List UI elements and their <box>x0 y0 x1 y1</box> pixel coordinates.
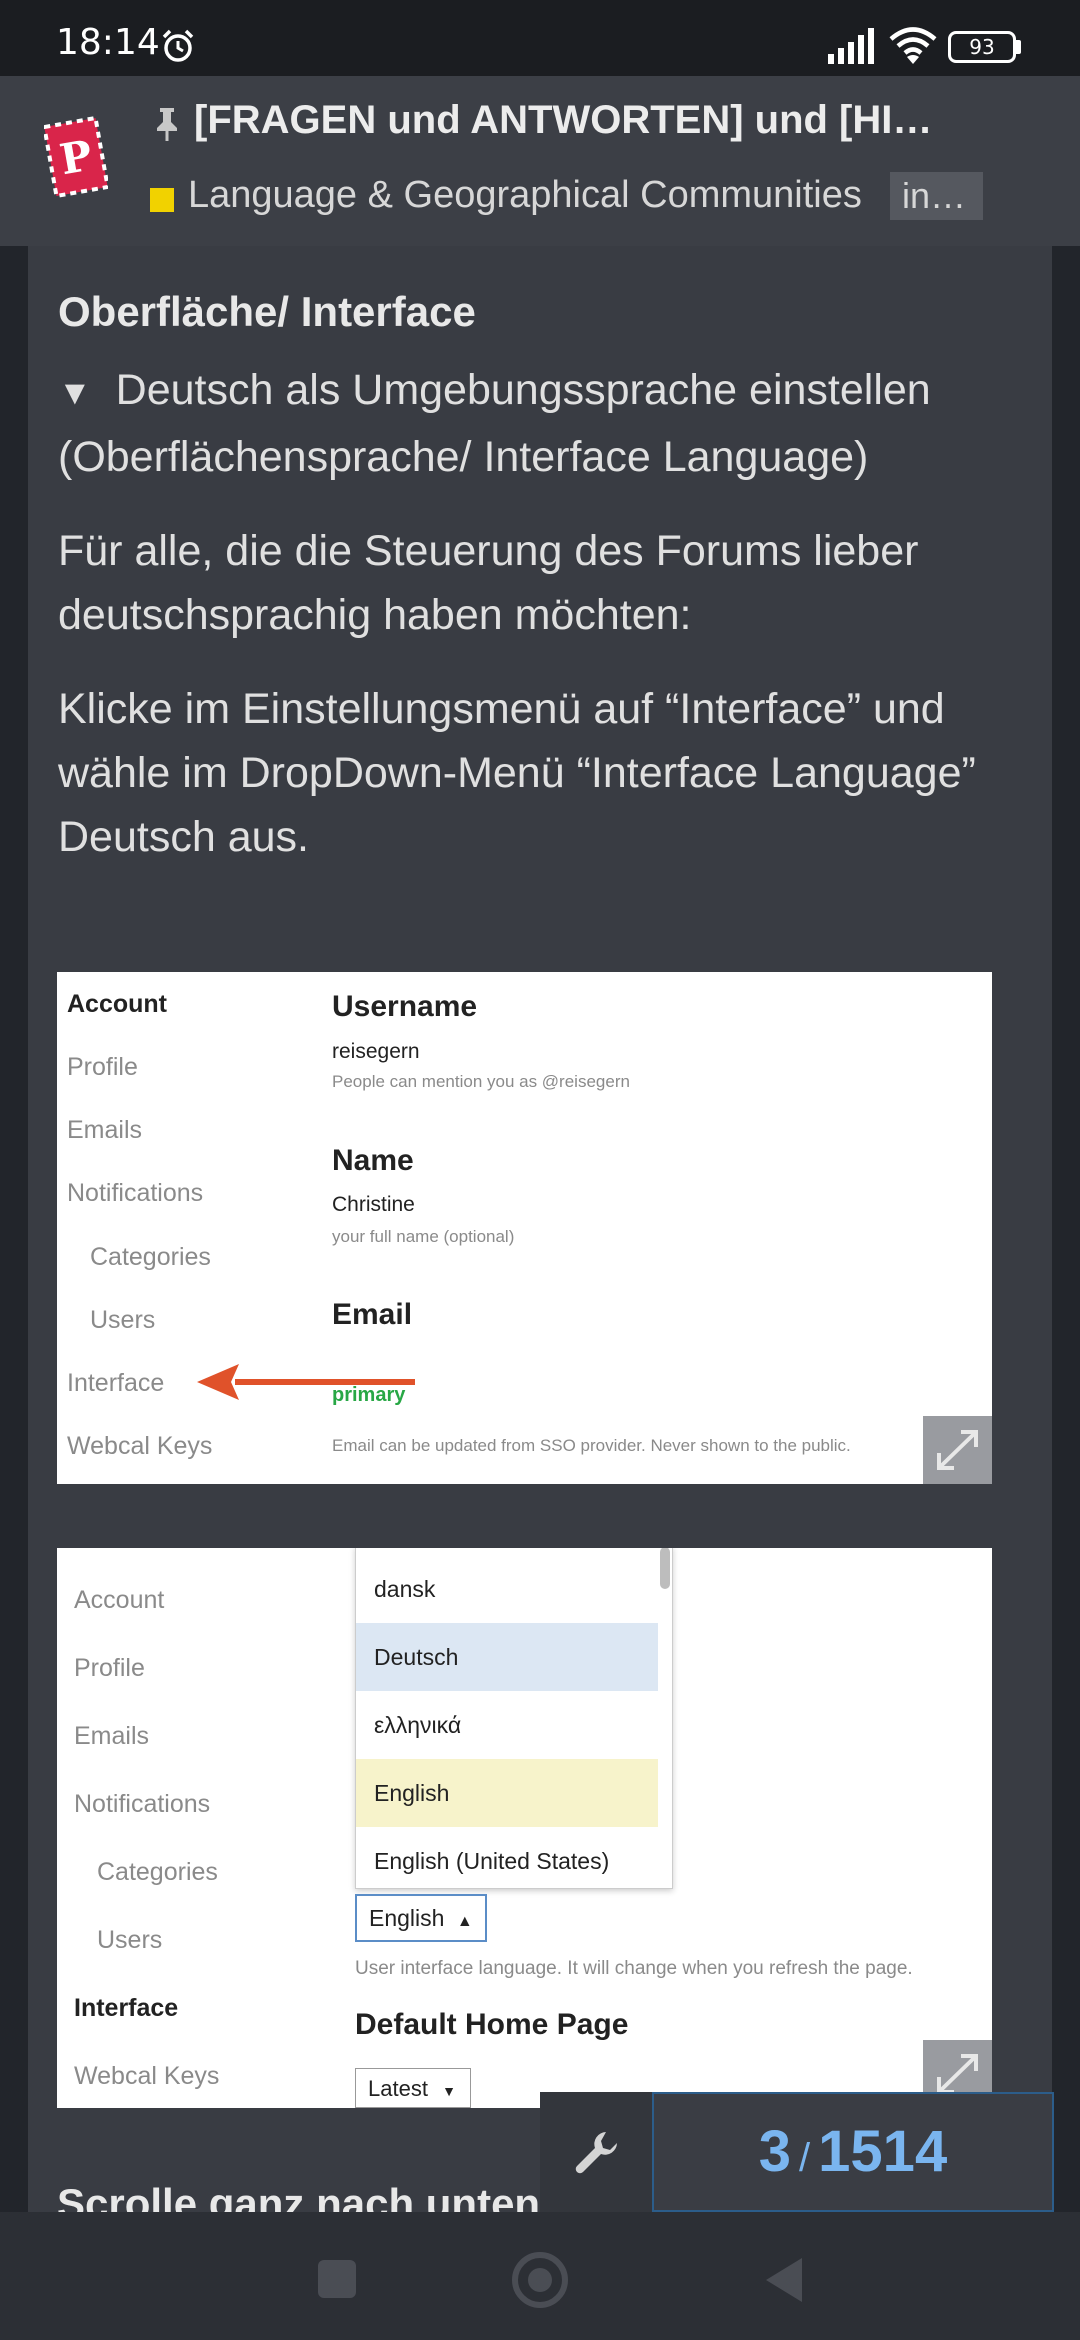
status-bar: 18:14 93 <box>0 0 1080 76</box>
language-option[interactable]: ελληνικά <box>356 1691 658 1759</box>
language-hint: User interface language. It will change … <box>355 1958 913 1979</box>
language-option[interactable]: dansk <box>356 1555 658 1623</box>
name-label: Name <box>332 1144 414 1177</box>
sidebar-item-users: Users <box>97 1926 163 1954</box>
progress-total: 1514 <box>818 2119 948 2184</box>
name-hint: your full name (optional) <box>332 1227 515 1246</box>
details-summary-text: Deutsch als Umgebungssprache einstellen … <box>58 366 931 481</box>
admin-wrench-button[interactable] <box>540 2092 652 2212</box>
sidebar-item-categories: Categories <box>97 1858 218 1886</box>
paragraph-intro: Für alle, die die Steuerung des Forums l… <box>58 527 919 639</box>
language-option[interactable]: English (United States) <box>356 1827 658 1895</box>
topic-title[interactable]: [FRAGEN und ANTWORTEN] und [HI… <box>194 98 1004 143</box>
back-icon[interactable] <box>762 2256 804 2304</box>
sidebar-item-webcal-keys: Webcal Keys <box>74 2062 220 2090</box>
wifi-icon <box>889 27 937 64</box>
sidebar-item-profile: Profile <box>67 1053 138 1081</box>
language-option-selected[interactable]: English <box>356 1759 658 1827</box>
sidebar-item-notifications: Notifications <box>67 1179 204 1207</box>
category-tag[interactable]: in… <box>890 172 983 220</box>
topic-progress[interactable]: 3/1514 <box>652 2092 1054 2212</box>
signal-icon <box>828 28 874 64</box>
sidebar-item-users: Users <box>90 1306 156 1334</box>
email-label: Email <box>332 1298 413 1331</box>
sidebar-item-emails: Emails <box>67 1116 143 1144</box>
home-button[interactable] <box>512 2252 568 2308</box>
section-heading: Oberfläche/ Interface <box>58 288 476 335</box>
recent-apps-button[interactable] <box>318 2260 356 2298</box>
details-summary[interactable]: ▼ Deutsch als Umgebungssprache einstellen… <box>58 358 1038 489</box>
battery-tip <box>1016 40 1021 54</box>
name-value: Christine <box>332 1193 415 1216</box>
sidebar-item-interface: Interface <box>74 1994 179 2022</box>
alarm-icon <box>162 29 194 62</box>
expand-icon <box>937 1430 978 1470</box>
category-link[interactable]: Language & Geographical Communities <box>188 174 888 217</box>
screenshot-settings-interface[interactable]: Account Profile Emails Notifications Cat… <box>57 1548 992 2108</box>
language-select[interactable]: English ▲ <box>355 1894 487 1942</box>
clock: 18:14 <box>56 22 160 63</box>
sidebar-item-notifications: Notifications <box>74 1790 211 1818</box>
dropdown-scrollbar[interactable] <box>660 1548 670 1589</box>
language-dropdown[interactable]: dansk Deutsch ελληνικά English English (… <box>355 1548 673 1889</box>
expand-image-button[interactable] <box>923 1416 992 1484</box>
username-hint: People can mention you as @reisegern <box>332 1072 630 1091</box>
sidebar-item-emails: Emails <box>74 1722 150 1750</box>
screenshot-settings-account[interactable]: Account Profile Emails Notifications Cat… <box>57 972 992 1484</box>
home-page-select-value: Latest <box>368 2076 428 2101</box>
pin-icon <box>157 108 177 141</box>
sidebar-item-profile: Profile <box>74 1654 145 1682</box>
system-nav-bar <box>0 2212 1080 2340</box>
username-value: reisegern <box>332 1040 420 1063</box>
home-page-select[interactable]: Latest ▼ <box>355 2068 471 2108</box>
language-select-value: English <box>369 1905 445 1931</box>
paragraph-instructions: Klicke im Einstellungsmenü auf “Interfac… <box>58 685 976 861</box>
sidebar-item-categories: Categories <box>90 1243 211 1271</box>
sidebar-item-webcal-keys: Webcal Keys <box>67 1432 213 1460</box>
sidebar-item-account: Account <box>67 990 167 1018</box>
red-arrow-icon <box>197 1364 415 1400</box>
progress-current: 3 <box>758 2119 792 2184</box>
disclosure-triangle-icon[interactable]: ▼ <box>58 361 92 425</box>
default-home-page-label: Default Home Page <box>355 2008 629 2041</box>
progress-separator: / <box>799 2136 811 2180</box>
username-label: Username <box>332 990 478 1023</box>
caret-up-icon: ▲ <box>456 1913 473 1930</box>
language-option-highlighted[interactable]: Deutsch <box>356 1623 658 1691</box>
caret-down-icon: ▼ <box>442 2083 456 2099</box>
next-section-heading: Scrolle ganz nach unten <box>57 2180 541 2212</box>
email-hint: Email can be updated from SSO provider. … <box>332 1436 851 1455</box>
wrench-icon <box>575 2132 617 2174</box>
battery-indicator: 93 <box>948 31 1016 63</box>
battery-level: 93 <box>969 35 995 59</box>
sidebar-item-interface: Interface <box>67 1369 165 1397</box>
forum-logo[interactable]: P <box>44 116 108 198</box>
topic-header: P [FRAGEN und ANTWORTEN] und [HI… Langua… <box>0 76 1080 246</box>
category-color-swatch <box>150 188 174 212</box>
sidebar-item-account: Account <box>74 1586 165 1614</box>
